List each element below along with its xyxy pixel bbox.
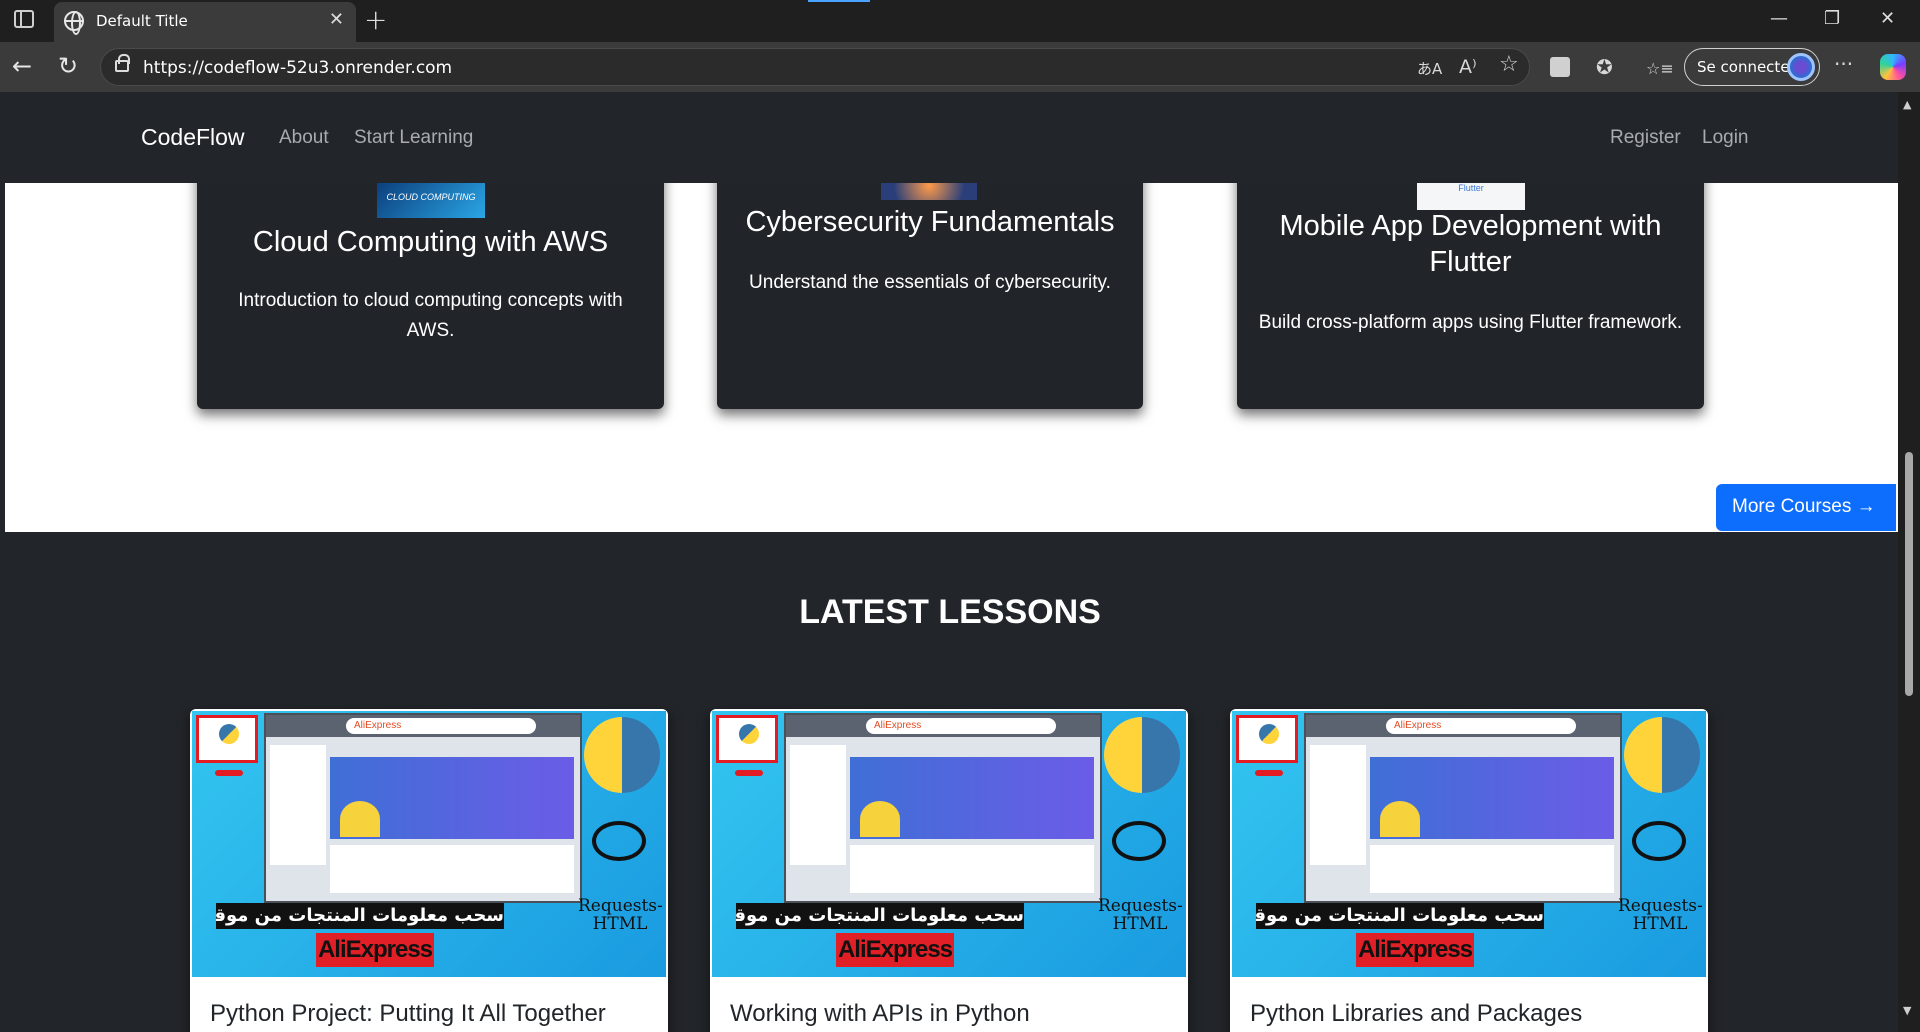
- python-icon: [1624, 717, 1700, 793]
- aliexpress-label: AliExpress: [836, 933, 954, 967]
- nav-link-start-learning[interactable]: Start Learning: [354, 127, 473, 149]
- close-tab-icon[interactable]: ✕: [329, 10, 344, 30]
- globe-icon: [64, 11, 84, 35]
- translate-icon[interactable]: あA: [1417, 59, 1442, 79]
- new-tab-button[interactable]: +: [364, 4, 387, 36]
- nav-link-login[interactable]: Login: [1702, 127, 1749, 149]
- course-description: Introduction to cloud computing concepts…: [238, 290, 623, 341]
- lock-icon[interactable]: [115, 54, 130, 72]
- restore-button[interactable]: ❐: [1824, 8, 1840, 30]
- python-logo-badge: [196, 715, 258, 776]
- more-options-icon[interactable]: ···: [1834, 52, 1853, 76]
- aliexpress-label: AliExpress: [1356, 933, 1474, 967]
- read-aloud-icon[interactable]: A⁾: [1459, 57, 1477, 77]
- favorites-icon[interactable]: ☆≡: [1646, 57, 1674, 81]
- page-viewport: CLOUD COMPUTING Cloud Computing with AWS…: [0, 92, 1920, 1032]
- refresh-icon[interactable]: ↻: [58, 52, 78, 80]
- scrollbar-thumb[interactable]: [1905, 452, 1913, 696]
- scroll-up-arrow[interactable]: ▲: [1903, 98, 1911, 111]
- lesson-title[interactable]: Python Project: Putting It All Together: [210, 1000, 606, 1028]
- url-text[interactable]: https://codeflow-52u3.onrender.com: [143, 58, 452, 78]
- sign-in-button[interactable]: Se connecter: [1684, 48, 1820, 86]
- minimize-button[interactable]: —: [1770, 8, 1788, 30]
- course-title: Cloud Computing with AWS: [252, 226, 609, 258]
- sign-in-label: Se connecter: [1697, 58, 1796, 76]
- favorite-star-icon[interactable]: ☆: [1499, 54, 1519, 76]
- copilot-icon[interactable]: [1880, 54, 1906, 80]
- lesson-card[interactable]: AliExpress Requests-HTML سحب معلومات الم…: [190, 709, 668, 1032]
- nav-link-register[interactable]: Register: [1610, 127, 1681, 149]
- site-navbar: CodeFlow About Start Learning Register L…: [5, 92, 1898, 183]
- screenshot-mockup: AliExpress: [784, 713, 1102, 903]
- lesson-thumbnail: AliExpress Requests-HTML سحب معلومات الم…: [1232, 711, 1706, 977]
- python-icon: [584, 717, 660, 793]
- screenshot-mockup: AliExpress: [264, 713, 582, 903]
- tab-title: Default Title: [96, 12, 188, 30]
- spider-icon: [1112, 821, 1166, 861]
- requests-html-label: Requests-HTML: [1618, 896, 1703, 934]
- extension-puzzle-icon[interactable]: [1550, 57, 1570, 77]
- more-courses-label: More Courses →: [1732, 496, 1876, 517]
- course-title: Mobile App Development with Flutter: [1279, 210, 1662, 278]
- page-scrollbar[interactable]: ▲ ▼: [1898, 92, 1920, 1032]
- tab-actions-icon[interactable]: [14, 10, 34, 28]
- address-bar[interactable]: https://codeflow-52u3.onrender.com あA A⁾…: [100, 48, 1530, 86]
- extensions-icon[interactable]: ✪: [1596, 55, 1613, 79]
- brand-logo[interactable]: CodeFlow: [141, 124, 245, 151]
- lesson-thumbnail: AliExpress Requests-HTML سحب معلومات الم…: [192, 711, 666, 977]
- latest-lessons-heading: LATEST LESSONS: [799, 593, 1101, 631]
- screenshot-mockup: AliExpress: [1304, 713, 1622, 903]
- tab-accent-line: [808, 0, 870, 2]
- lesson-card[interactable]: AliExpress Requests-HTML سحب معلومات الم…: [710, 709, 1188, 1032]
- browser-tab[interactable]: Default Title ✕: [54, 2, 356, 42]
- close-window-button[interactable]: ✕: [1880, 8, 1895, 30]
- scroll-down-arrow[interactable]: ▼: [1903, 1004, 1911, 1017]
- spider-icon: [1632, 821, 1686, 861]
- arabic-caption: سحب معلومات المنتجات من موقع: [1256, 903, 1544, 929]
- lesson-thumbnail: AliExpress Requests-HTML سحب معلومات الم…: [712, 711, 1186, 977]
- python-logo-badge: [1236, 715, 1298, 776]
- aliexpress-label: AliExpress: [316, 933, 434, 967]
- arabic-caption: سحب معلومات المنتجات من موقع: [736, 903, 1024, 929]
- course-description: Understand the essentials of cybersecuri…: [749, 272, 1111, 293]
- requests-html-label: Requests-HTML: [1098, 896, 1183, 934]
- more-courses-button[interactable]: More Courses →: [1716, 484, 1896, 531]
- spider-icon: [592, 821, 646, 861]
- browser-tab-bar: Default Title ✕ + — ❐ ✕: [0, 0, 1920, 42]
- course-description: Build cross-platform apps using Flutter …: [1258, 312, 1683, 333]
- requests-html-label: Requests-HTML: [578, 896, 663, 934]
- python-logo-badge: [716, 715, 778, 776]
- course-title: Cybersecurity Fundamentals: [745, 206, 1115, 238]
- profile-avatar: [1787, 53, 1815, 81]
- lesson-title[interactable]: Working with APIs in Python: [730, 1000, 1030, 1028]
- browser-toolbar: ← ↻ https://codeflow-52u3.onrender.com あ…: [0, 42, 1920, 92]
- arabic-caption: سحب معلومات المنتجات من موقع: [216, 903, 504, 929]
- lesson-card[interactable]: AliExpress Requests-HTML سحب معلومات الم…: [1230, 709, 1708, 1032]
- back-icon[interactable]: ←: [12, 52, 32, 80]
- lesson-title[interactable]: Python Libraries and Packages: [1250, 1000, 1582, 1028]
- python-icon: [1104, 717, 1180, 793]
- nav-link-about[interactable]: About: [279, 127, 329, 149]
